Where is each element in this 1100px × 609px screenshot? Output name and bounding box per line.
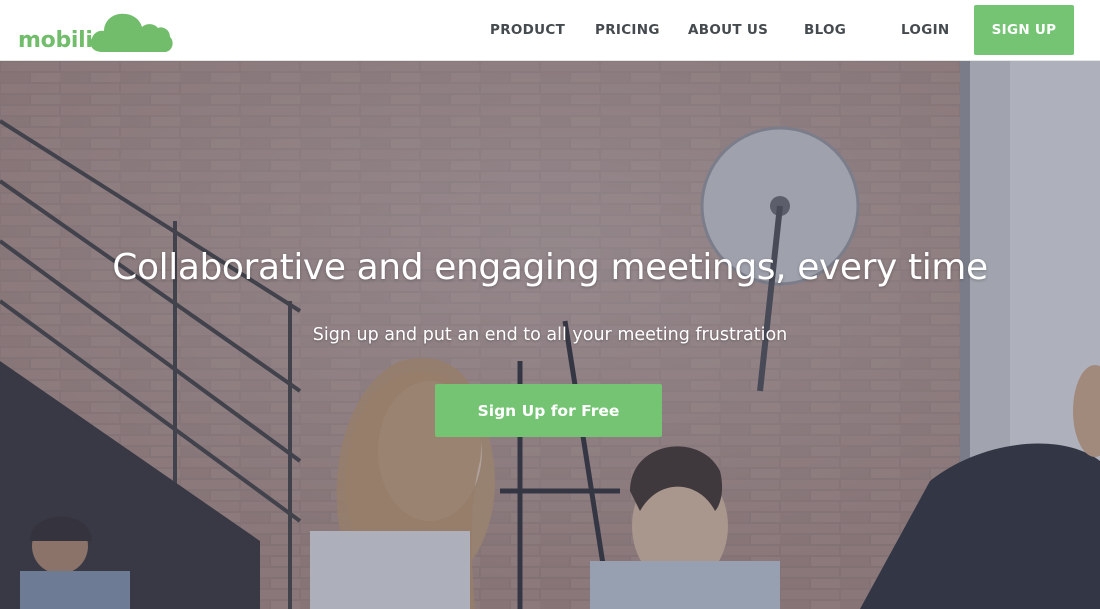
- nav-blog[interactable]: BLOG: [804, 22, 846, 38]
- nav-login[interactable]: LOGIN: [901, 22, 950, 38]
- hero-subtitle: Sign up and put an end to all your meeti…: [312, 325, 788, 345]
- hero-title: Collaborative and engaging meetings, eve…: [112, 247, 988, 288]
- hero-section: Collaborative and engaging meetings, eve…: [0, 61, 1100, 609]
- brand-name: mobilimeet: [18, 28, 155, 53]
- nav-pricing[interactable]: PRICING: [595, 22, 660, 38]
- site-header: mobilimeet PRODUCT PRICING ABOUT US BLOG…: [0, 0, 1100, 61]
- nav-about-us[interactable]: ABOUT US: [688, 22, 768, 38]
- header-signup-button[interactable]: SIGN UP: [974, 5, 1074, 55]
- signup-free-button[interactable]: Sign Up for Free: [435, 384, 662, 437]
- brand-logo[interactable]: mobilimeet: [16, 8, 173, 56]
- nav-product[interactable]: PRODUCT: [490, 22, 565, 38]
